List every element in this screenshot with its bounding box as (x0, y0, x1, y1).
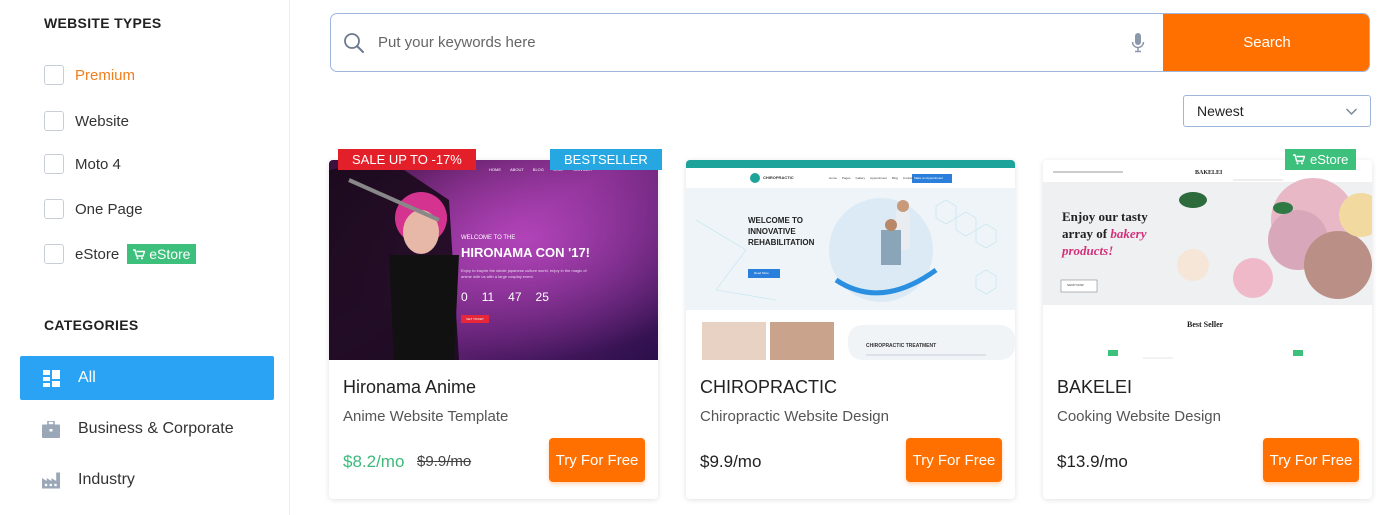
preview-appointment: Make an Appointment (914, 176, 944, 180)
card-price: $8.2/mo (343, 452, 405, 471)
estore-checkbox[interactable] (44, 244, 64, 264)
card-subtitle: Cooking Website Design (1057, 408, 1221, 425)
filter-moto4[interactable]: Moto 4 (44, 152, 121, 176)
moto4-checkbox[interactable] (44, 154, 64, 174)
search-bar: Search (330, 13, 1370, 72)
preview-headline-3: products! (1062, 243, 1114, 258)
preview-cta: Read More (754, 271, 769, 275)
preview-countdown: 0 11 47 25 (461, 290, 549, 304)
filter-estore[interactable]: eStore eStore (44, 242, 197, 266)
preview-cta: SHOP NOW (1067, 283, 1084, 287)
template-card[interactable]: eStore BAKELEI Enjoy our tasty array of … (1043, 149, 1372, 499)
factory-icon (42, 471, 60, 489)
category-industry[interactable]: Industry (20, 458, 274, 502)
search-icon (343, 32, 365, 59)
preview-section-title: Best Seller (1187, 320, 1224, 329)
template-preview-image[interactable]: HOMEABOUTBLOGSHOPCONTACT WELCOME TO THE … (329, 160, 658, 360)
estore-ribbon: eStore (1285, 149, 1357, 170)
category-all-label: All (78, 369, 96, 386)
preview-nav: Home Pages Gallery Appointment Blog Contacts (829, 176, 915, 180)
search-button[interactable]: Search (1163, 14, 1369, 71)
preview-cta: GET TICKET (461, 315, 489, 323)
preview-logo: CHIROPRACTIC (763, 175, 794, 180)
moto4-label: Moto 4 (75, 155, 121, 173)
card-title[interactable]: CHIROPRACTIC (700, 377, 837, 398)
preview-body: Enjoy to inspire the whole japanese cult… (461, 268, 587, 279)
card-title[interactable]: Hironama Anime (343, 377, 476, 398)
preview-brand: BAKELEI (1195, 170, 1223, 176)
card-subtitle: Anime Website Template (343, 408, 509, 425)
estore-badge: eStore (127, 244, 197, 264)
try-for-free-button[interactable]: Try For Free (906, 438, 1002, 482)
template-preview-image[interactable]: BAKELEI Enjoy our tasty array of bakery … (1043, 160, 1372, 360)
category-all[interactable]: All (20, 356, 274, 400)
preview-section-title: CHIROPRACTIC TREATMENT (866, 343, 937, 349)
chevron-down-icon (1345, 105, 1358, 123)
bestseller-ribbon: BESTSELLER (550, 149, 662, 170)
preview-headline-1: Enjoy our tasty (1062, 209, 1148, 224)
card-old-price: $9.9/mo (417, 453, 472, 470)
template-card[interactable]: SALE UP TO -17% BESTSELLER HOME ABOUT BLOG… (329, 149, 662, 499)
template-card[interactable]: CHIROPRACTIC Home Pages Gallery Appointment… (686, 160, 1015, 499)
categories-heading: CATEGORIES (44, 317, 139, 333)
website-label: Website (75, 112, 129, 130)
estore-label: eStore (75, 245, 120, 263)
sale-ribbon: SALE UP TO -17% (338, 149, 476, 170)
category-business-label: Business & Corporate (78, 420, 234, 437)
one-page-checkbox[interactable] (44, 199, 64, 219)
grid-icon (42, 369, 60, 387)
card-price: $13.9/mo (1057, 452, 1128, 471)
sort-selected-value: Newest (1197, 103, 1244, 119)
try-for-free-button[interactable]: Try For Free (549, 438, 645, 482)
preview-headline-2: array of bakery (1062, 226, 1147, 241)
template-preview-image[interactable]: CHIROPRACTIC Home Pages Gallery Appointment… (686, 160, 1015, 360)
website-checkbox[interactable] (44, 111, 64, 131)
website-types-heading: WEBSITE TYPES (44, 15, 162, 31)
microphone-icon[interactable] (1131, 33, 1145, 58)
estore-badge-text: eStore (149, 246, 191, 262)
premium-checkbox[interactable] (44, 65, 64, 85)
filter-one-page[interactable]: One Page (44, 197, 143, 221)
preview-headline: HIRONAMA CON '17! (461, 245, 591, 260)
filter-premium[interactable]: Premium (44, 63, 135, 87)
premium-label: Premium (75, 66, 136, 84)
card-subtitle: Chiropractic Website Design (700, 408, 889, 425)
cart-icon (133, 248, 146, 259)
preview-kicker: WELCOME TO THE (461, 235, 516, 241)
category-business-corporate[interactable]: Business & Corporate (20, 407, 274, 451)
sort-select[interactable]: Newest (1183, 95, 1371, 127)
try-for-free-button[interactable]: Try For Free (1263, 438, 1359, 482)
one-page-label: One Page (75, 200, 143, 218)
search-input[interactable] (378, 14, 1148, 71)
preview-headline: WELCOME TO INNOVATIVE REHABILITATION (748, 216, 815, 247)
filter-website[interactable]: Website (44, 109, 129, 133)
filter-sidebar: WEBSITE TYPES Premium Website Moto 4 One… (0, 0, 290, 515)
estore-ribbon-text: eStore (1310, 152, 1349, 167)
card-price: $9.9/mo (700, 452, 762, 471)
cart-icon (1293, 154, 1305, 165)
card-title[interactable]: BAKELEI (1057, 377, 1132, 398)
category-industry-label: Industry (78, 471, 135, 488)
briefcase-icon (42, 420, 60, 438)
